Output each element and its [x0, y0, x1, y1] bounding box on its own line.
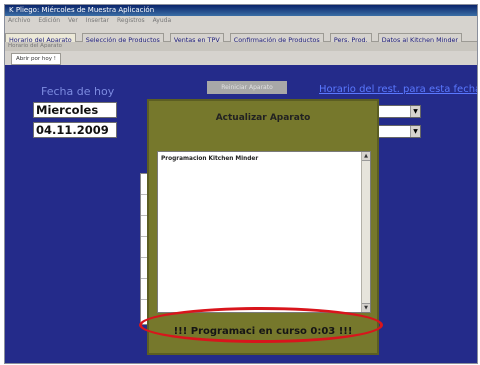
date-title: Fecha de hoy	[41, 85, 115, 98]
menu-item-registros[interactable]: Registros	[114, 17, 148, 24]
window-title-bar: K Pliego: Miércoles de Muestra Aplicació…	[5, 5, 477, 16]
update-device-dialog: Actualizar Aparato Programacion Kitchen …	[147, 99, 379, 355]
sub-tab-strip: Abrir por hoy !	[5, 51, 477, 65]
restart-device-button[interactable]: Reiniciar Aparato	[207, 81, 287, 94]
chevron-down-icon[interactable]: ▼	[410, 126, 420, 137]
log-scrollbar[interactable]: ▲ ▼	[361, 152, 370, 312]
scroll-down-icon[interactable]: ▼	[362, 303, 370, 312]
menu-item-edicion[interactable]: Edición	[35, 17, 63, 24]
restaurant-schedule-link[interactable]: Horario del rest. para esta fecha	[319, 84, 477, 95]
menu-item-insertar[interactable]: Insertar	[83, 17, 112, 24]
scroll-up-icon[interactable]: ▲	[362, 152, 370, 161]
chevron-down-icon[interactable]: ▼	[410, 106, 420, 117]
weekday-field[interactable]: Miercoles	[33, 102, 117, 118]
dialog-log-list[interactable]: Programacion Kitchen Minder ▲ ▼	[157, 151, 371, 313]
menu-item-ver[interactable]: Ver	[65, 17, 81, 24]
section-header: Horario del Aparato	[5, 42, 477, 51]
open-today-tab[interactable]: Abrir por hoy !	[11, 53, 61, 65]
menu-item-archivo[interactable]: Archivo	[5, 17, 33, 24]
log-list-item: Programacion Kitchen Minder	[161, 156, 259, 162]
programming-status-text: !!! Programaci en curso 0:03 !!!	[173, 326, 353, 337]
main-tab-strip: Horario del Aparato Selección de Product…	[5, 27, 477, 45]
date-field[interactable]: 04.11.2009	[33, 122, 117, 138]
main-content: Fecha de hoy Miercoles 04.11.2009 Reinic…	[5, 65, 477, 363]
app-window: K Pliego: Miércoles de Muestra Aplicació…	[4, 4, 478, 364]
menu-bar: Archivo Edición Ver Insertar Registros A…	[5, 16, 477, 26]
dialog-title: Actualizar Aparato	[215, 113, 311, 123]
menu-item-ayuda[interactable]: Ayuda	[150, 17, 175, 24]
